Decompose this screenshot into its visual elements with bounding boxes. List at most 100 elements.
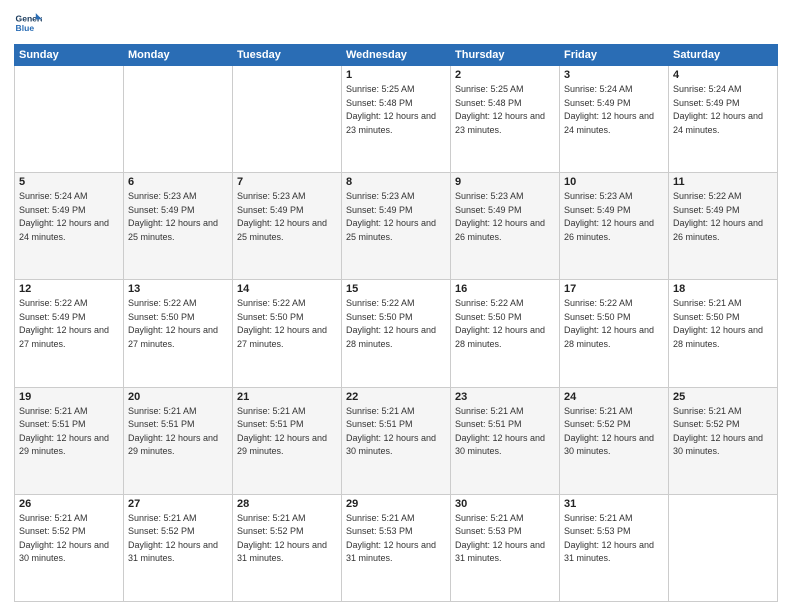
day-number: 19 (19, 391, 119, 403)
day-number: 18 (673, 283, 773, 295)
day-number: 22 (346, 391, 446, 403)
calendar-day-cell: 29 Sunrise: 5:21 AMSunset: 5:53 PMDayligh… (342, 494, 451, 601)
day-info: Sunrise: 5:21 AMSunset: 5:51 PMDaylight:… (237, 405, 337, 459)
day-info: Sunrise: 5:21 AMSunset: 5:52 PMDaylight:… (564, 405, 664, 459)
day-info: Sunrise: 5:22 AMSunset: 5:49 PMDaylight:… (19, 297, 119, 351)
day-info: Sunrise: 5:23 AMSunset: 5:49 PMDaylight:… (455, 190, 555, 244)
calendar-week-row: 19 Sunrise: 5:21 AMSunset: 5:51 PMDayligh… (15, 387, 778, 494)
day-number: 9 (455, 176, 555, 188)
day-info: Sunrise: 5:21 AMSunset: 5:53 PMDaylight:… (564, 512, 664, 566)
day-info: Sunrise: 5:24 AMSunset: 5:49 PMDaylight:… (564, 83, 664, 137)
calendar-day-cell: 21 Sunrise: 5:21 AMSunset: 5:51 PMDayligh… (233, 387, 342, 494)
calendar-day-cell: 3 Sunrise: 5:24 AMSunset: 5:49 PMDaylight… (560, 66, 669, 173)
calendar-week-row: 5 Sunrise: 5:24 AMSunset: 5:49 PMDaylight… (15, 173, 778, 280)
calendar-day-cell: 31Sunrise: 5:21 AMSunset: 5:53 PMDayligh… (560, 494, 669, 601)
day-info: Sunrise: 5:21 AMSunset: 5:52 PMDaylight:… (19, 512, 119, 566)
calendar-day-cell: 6 Sunrise: 5:23 AMSunset: 5:49 PMDaylight… (124, 173, 233, 280)
calendar-day-cell: 12 Sunrise: 5:22 AMSunset: 5:49 PMDayligh… (15, 280, 124, 387)
calendar-day-cell: 19 Sunrise: 5:21 AMSunset: 5:51 PMDayligh… (15, 387, 124, 494)
calendar-day-cell: 5 Sunrise: 5:24 AMSunset: 5:49 PMDaylight… (15, 173, 124, 280)
day-number: 21 (237, 391, 337, 403)
day-info: Sunrise: 5:21 AMSunset: 5:52 PMDaylight:… (237, 512, 337, 566)
day-number: 1 (346, 69, 446, 81)
calendar-day-cell: 1Sunrise: 5:25 AMSunset: 5:48 PMDaylight… (342, 66, 451, 173)
calendar-day-cell: 18 Sunrise: 5:21 AMSunset: 5:50 PMDayligh… (669, 280, 778, 387)
day-info: Sunrise: 5:21 AMSunset: 5:51 PMDaylight:… (19, 405, 119, 459)
calendar-empty-cell (124, 66, 233, 173)
weekday-header-thursday: Thursday (451, 45, 560, 66)
weekday-header-row: SundayMondayTuesdayWednesdayThursdayFrid… (15, 45, 778, 66)
day-number: 17 (564, 283, 664, 295)
calendar-day-cell: 16 Sunrise: 5:22 AMSunset: 5:50 PMDayligh… (451, 280, 560, 387)
calendar-day-cell: 10 Sunrise: 5:23 AMSunset: 5:49 PMDayligh… (560, 173, 669, 280)
day-info: Sunrise: 5:25 AMSunset: 5:48 PMDaylight:… (455, 83, 555, 137)
calendar-day-cell: 17 Sunrise: 5:22 AMSunset: 5:50 PMDayligh… (560, 280, 669, 387)
day-info: Sunrise: 5:21 AMSunset: 5:51 PMDaylight:… (128, 405, 228, 459)
weekday-header-tuesday: Tuesday (233, 45, 342, 66)
day-number: 14 (237, 283, 337, 295)
day-number: 6 (128, 176, 228, 188)
day-info: Sunrise: 5:22 AMSunset: 5:50 PMDaylight:… (346, 297, 446, 351)
day-number: 29 (346, 498, 446, 510)
calendar-day-cell: 28 Sunrise: 5:21 AMSunset: 5:52 PMDayligh… (233, 494, 342, 601)
day-number: 2 (455, 69, 555, 81)
day-number: 26 (19, 498, 119, 510)
day-number: 12 (19, 283, 119, 295)
calendar-day-cell: 30 Sunrise: 5:21 AMSunset: 5:53 PMDayligh… (451, 494, 560, 601)
day-info: Sunrise: 5:21 AMSunset: 5:50 PMDaylight:… (673, 297, 773, 351)
day-info: Sunrise: 5:23 AMSunset: 5:49 PMDaylight:… (237, 190, 337, 244)
day-info: Sunrise: 5:21 AMSunset: 5:53 PMDaylight:… (455, 512, 555, 566)
day-number: 4 (673, 69, 773, 81)
calendar-day-cell: 13Sunrise: 5:22 AMSunset: 5:50 PMDayligh… (124, 280, 233, 387)
calendar-day-cell: 15 Sunrise: 5:22 AMSunset: 5:50 PMDayligh… (342, 280, 451, 387)
calendar-empty-cell (669, 494, 778, 601)
page: General Blue SundayMondayTuesdayWednesda… (0, 0, 792, 612)
calendar-day-cell: 20Sunrise: 5:21 AMSunset: 5:51 PMDayligh… (124, 387, 233, 494)
day-number: 7 (237, 176, 337, 188)
logo-icon: General Blue (14, 10, 42, 38)
day-number: 15 (346, 283, 446, 295)
calendar-day-cell: 7 Sunrise: 5:23 AMSunset: 5:49 PMDaylight… (233, 173, 342, 280)
calendar-day-cell: 27 Sunrise: 5:21 AMSunset: 5:52 PMDayligh… (124, 494, 233, 601)
svg-text:Blue: Blue (16, 23, 35, 33)
day-number: 16 (455, 283, 555, 295)
day-info: Sunrise: 5:22 AMSunset: 5:50 PMDaylight:… (455, 297, 555, 351)
calendar-week-row: 26 Sunrise: 5:21 AMSunset: 5:52 PMDayligh… (15, 494, 778, 601)
day-number: 3 (564, 69, 664, 81)
day-number: 27 (128, 498, 228, 510)
calendar-day-cell: 22Sunrise: 5:21 AMSunset: 5:51 PMDayligh… (342, 387, 451, 494)
calendar-table: SundayMondayTuesdayWednesdayThursdayFrid… (14, 44, 778, 602)
day-number: 5 (19, 176, 119, 188)
day-number: 11 (673, 176, 773, 188)
day-info: Sunrise: 5:21 AMSunset: 5:52 PMDaylight:… (128, 512, 228, 566)
weekday-header-wednesday: Wednesday (342, 45, 451, 66)
calendar-day-cell: 25Sunrise: 5:21 AMSunset: 5:52 PMDayligh… (669, 387, 778, 494)
calendar-day-cell: 14 Sunrise: 5:22 AMSunset: 5:50 PMDayligh… (233, 280, 342, 387)
calendar-day-cell: 23Sunrise: 5:21 AMSunset: 5:51 PMDayligh… (451, 387, 560, 494)
day-info: Sunrise: 5:22 AMSunset: 5:50 PMDaylight:… (237, 297, 337, 351)
day-info: Sunrise: 5:24 AMSunset: 5:49 PMDaylight:… (19, 190, 119, 244)
day-info: Sunrise: 5:21 AMSunset: 5:52 PMDaylight:… (673, 405, 773, 459)
header: General Blue (14, 10, 778, 38)
calendar-week-row: 12 Sunrise: 5:22 AMSunset: 5:49 PMDayligh… (15, 280, 778, 387)
day-number: 28 (237, 498, 337, 510)
calendar-week-row: 1 Sunrise: 5:25 AMSunset: 5:48 PMDaylight… (15, 66, 778, 173)
calendar-day-cell: 11 Sunrise: 5:22 AMSunset: 5:49 PMDayligh… (669, 173, 778, 280)
logo: General Blue (14, 10, 42, 38)
day-number: 8 (346, 176, 446, 188)
day-number: 23 (455, 391, 555, 403)
day-info: Sunrise: 5:23 AMSunset: 5:49 PMDaylight:… (128, 190, 228, 244)
day-info: Sunrise: 5:22 AMSunset: 5:49 PMDaylight:… (673, 190, 773, 244)
day-info: Sunrise: 5:21 AMSunset: 5:53 PMDaylight:… (346, 512, 446, 566)
day-number: 10 (564, 176, 664, 188)
day-info: Sunrise: 5:22 AMSunset: 5:50 PMDaylight:… (128, 297, 228, 351)
calendar-day-cell: 24 Sunrise: 5:21 AMSunset: 5:52 PMDayligh… (560, 387, 669, 494)
weekday-header-sunday: Sunday (15, 45, 124, 66)
calendar-day-cell: 2 Sunrise: 5:25 AMSunset: 5:48 PMDaylight… (451, 66, 560, 173)
calendar-empty-cell (15, 66, 124, 173)
day-info: Sunrise: 5:22 AMSunset: 5:50 PMDaylight:… (564, 297, 664, 351)
day-info: Sunrise: 5:23 AMSunset: 5:49 PMDaylight:… (564, 190, 664, 244)
weekday-header-monday: Monday (124, 45, 233, 66)
day-number: 24 (564, 391, 664, 403)
day-number: 30 (455, 498, 555, 510)
